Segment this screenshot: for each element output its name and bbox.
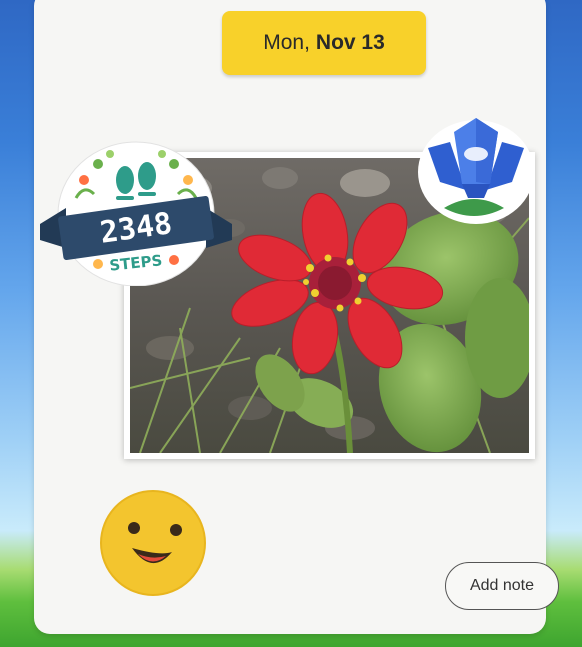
flower-sticker[interactable] [414, 112, 538, 231]
date-month-day: Nov 13 [315, 31, 385, 54]
add-note-button[interactable]: Add note [445, 562, 559, 610]
date-badge: Mon, Nov 13 [222, 11, 426, 75]
footprints-steps-badge-icon: 2348 STEPS [40, 141, 232, 287]
date-weekday: Mon, [263, 31, 310, 54]
smiley-face-icon [100, 490, 206, 596]
smiley-sticker[interactable] [98, 488, 208, 603]
steps-sticker[interactable]: 2348 STEPS [36, 136, 236, 291]
blue-flower-icon [418, 118, 534, 224]
